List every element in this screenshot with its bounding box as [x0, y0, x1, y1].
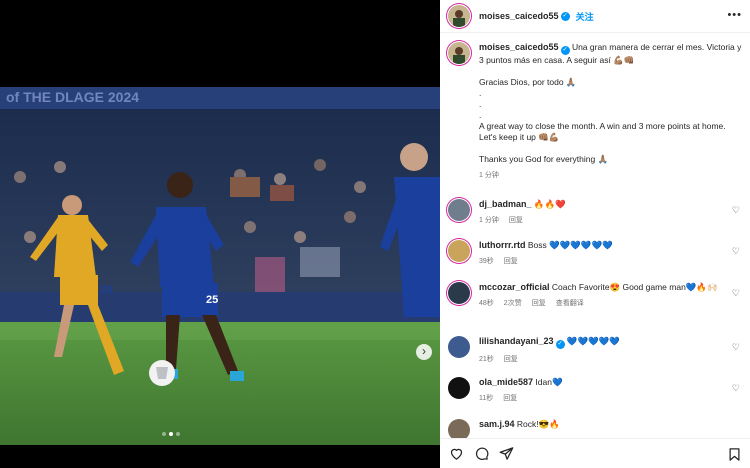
- author-username[interactable]: moises_caicedo55: [479, 11, 559, 21]
- reply-button[interactable]: 回复: [509, 215, 523, 226]
- commenter-username[interactable]: lilishandayani_23: [479, 336, 554, 346]
- heart-icon[interactable]: ♡: [732, 205, 740, 216]
- verified-badge-icon: ✓: [560, 11, 570, 21]
- heart-icon[interactable]: [449, 446, 464, 461]
- carousel-indicator: [162, 432, 180, 436]
- caption-text: .: [479, 88, 482, 98]
- commenter-avatar[interactable]: [448, 419, 470, 438]
- comment-row: sam.j.94 Rock!😎🔥: [448, 419, 744, 438]
- comment-time[interactable]: 48秒: [479, 298, 494, 309]
- verified-badge-icon: ✓: [560, 46, 570, 55]
- caption-text: .: [479, 99, 482, 109]
- caption-text: Thanks you God for everything 🙏🏽: [479, 154, 609, 164]
- stadium-banner: of THE DLAGE 2024: [6, 89, 139, 105]
- comment-time[interactable]: 11秒: [479, 393, 493, 404]
- heart-icon[interactable]: ♡: [732, 246, 740, 257]
- post-photo[interactable]: of THE DLAGE 2024 24 25 ›: [0, 87, 440, 445]
- caption-text: .: [479, 110, 482, 120]
- comment-text: 💙💙💙💙💙: [566, 336, 620, 346]
- home-player-number: 25: [206, 294, 218, 306]
- comment-row: mccozar_official Coach Favorite😍 Good ga…: [448, 282, 744, 309]
- comment-time[interactable]: 39秒: [479, 256, 494, 267]
- caption-text: Gracias Dios, por todo 🙏🏽: [479, 77, 577, 87]
- comment-row: luthorrr.rtd Boss 💙💙💙💙💙💙 39秒 回复 ♡: [448, 240, 744, 267]
- post-side-panel: moises_caicedo55 ✓ 关注 ••• moises_caicedo…: [440, 0, 750, 468]
- next-photo-button[interactable]: ›: [416, 344, 432, 360]
- author-avatar[interactable]: [448, 42, 470, 64]
- heart-icon[interactable]: ♡: [732, 288, 740, 299]
- comment-row: lilishandayani_23 ✓ 💙💙💙💙💙 21秒 回复 ♡: [448, 336, 744, 365]
- reply-button[interactable]: 回复: [503, 393, 517, 404]
- comment-time[interactable]: 1 分钟: [479, 215, 499, 226]
- comment-text: Rock!😎🔥: [516, 419, 560, 429]
- commenter-avatar[interactable]: [448, 199, 470, 221]
- post-media: of THE DLAGE 2024 24 25 ›: [0, 0, 440, 468]
- comment-list[interactable]: moises_caicedo55 ✓ Una gran manera de cer…: [440, 33, 750, 438]
- post-actions: [440, 438, 750, 468]
- commenter-avatar[interactable]: [448, 377, 470, 399]
- carousel-dot: [176, 432, 180, 436]
- bookmark-icon[interactable]: [727, 447, 742, 462]
- post-header: moises_caicedo55 ✓ 关注 •••: [440, 0, 750, 33]
- comment-text: 🔥🔥❤️: [533, 199, 566, 209]
- comment-text: Coach Favorite😍 Good game man💙🔥🙌🏻: [551, 282, 718, 292]
- caption: moises_caicedo55 ✓ Una gran manera de cer…: [448, 42, 744, 181]
- comment-likes[interactable]: 2次赞: [504, 298, 522, 309]
- commenter-username[interactable]: ola_mide587: [479, 377, 533, 387]
- comment-row: ola_mide587 Idan💙 11秒 回复 ♡: [448, 377, 744, 404]
- commenter-username[interactable]: mccozar_official: [479, 282, 550, 292]
- heart-icon[interactable]: ♡: [732, 383, 740, 394]
- reply-button[interactable]: 回复: [532, 298, 546, 309]
- comment-text: Idan💙: [535, 377, 563, 387]
- send-icon[interactable]: [499, 446, 514, 461]
- carousel-dot-active: [169, 432, 173, 436]
- commenter-username[interactable]: luthorrr.rtd: [479, 240, 526, 250]
- heart-icon[interactable]: ♡: [732, 342, 740, 353]
- commenter-username[interactable]: sam.j.94: [479, 419, 515, 429]
- author-avatar[interactable]: [448, 5, 470, 27]
- comment-time[interactable]: 21秒: [479, 354, 494, 365]
- commenter-avatar[interactable]: [448, 282, 470, 304]
- verified-badge-icon: ✓: [555, 340, 565, 349]
- commenter-username[interactable]: dj_badman_: [479, 199, 532, 209]
- more-horizontal-icon[interactable]: •••: [727, 9, 742, 21]
- commenter-avatar[interactable]: [448, 240, 470, 262]
- carousel-dot: [162, 432, 166, 436]
- caption-text: A great way to close the month. A win an…: [479, 121, 726, 142]
- reply-button[interactable]: 回复: [504, 354, 518, 365]
- comment-row: dj_badman_ 🔥🔥❤️ 1 分钟 回复 ♡: [448, 199, 744, 226]
- away-player-number: 24: [100, 284, 113, 296]
- comment-text: Boss 💙💙💙💙💙💙: [527, 240, 613, 250]
- comment-icon[interactable]: [474, 446, 489, 461]
- commenter-avatar[interactable]: [448, 336, 470, 358]
- caption-username[interactable]: moises_caicedo55: [479, 42, 559, 52]
- follow-button[interactable]: 关注: [576, 10, 594, 23]
- translate-button[interactable]: 查看翻译: [556, 298, 584, 309]
- caption-time[interactable]: 1 分钟: [479, 170, 499, 181]
- reply-button[interactable]: 回复: [504, 256, 518, 267]
